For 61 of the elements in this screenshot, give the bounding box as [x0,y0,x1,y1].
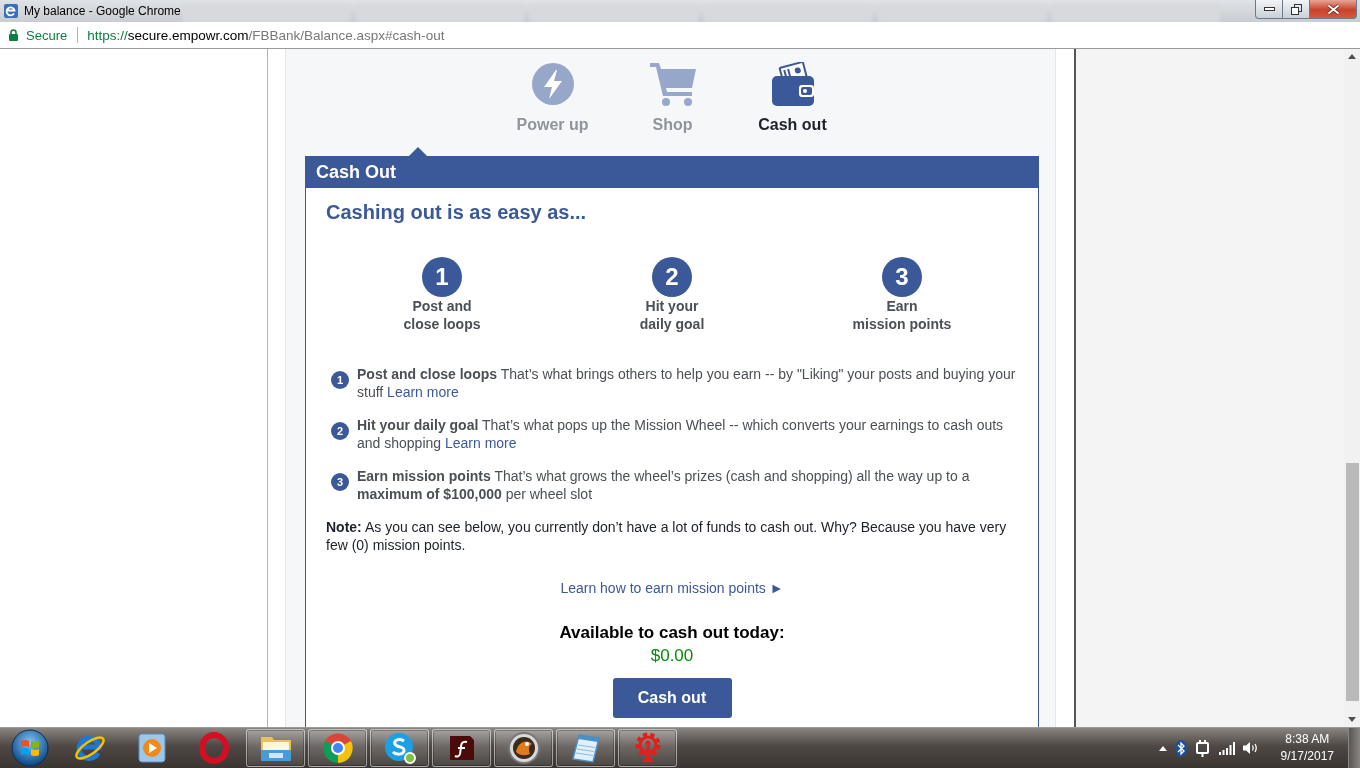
close-icon [1326,3,1340,15]
cart-icon [649,62,696,106]
earn-points-link[interactable]: Learn how to earn mission points ► [560,580,784,596]
notepad-icon [570,732,601,764]
nav-tab[interactable]: Cash out [732,61,853,135]
scrollbar-thumb[interactable] [1345,463,1359,701]
panel-title: Cash Out [316,161,396,183]
taskbar-app[interactable] [432,729,491,767]
signal-icon[interactable] [1218,741,1235,755]
step-number: 2 [652,257,692,297]
taskbar-app[interactable] [494,729,553,767]
taskbar-app[interactable] [618,729,677,767]
wallet-icon [771,62,814,106]
app-e-icon [4,4,18,18]
taskbar-app[interactable] [370,729,429,767]
scrollbar[interactable] [1344,49,1360,727]
minimize-icon [1263,7,1275,11]
flag-orb-icon [11,729,49,767]
restore-icon [1290,3,1302,15]
step-number: 1 [422,257,462,297]
speaker-icon[interactable] [1242,741,1259,755]
cash-out-button[interactable]: Cash out [612,678,732,718]
step-number: 2 [331,422,349,440]
note-text: Note: As you can see below, you currently don’t have a lot of funds to cash out. Why? Because you have very few (0) mission points. [326,518,1008,554]
restore-button[interactable] [1283,0,1310,19]
bluetooth-icon[interactable] [1174,739,1187,757]
scroll-down-icon[interactable] [1348,717,1356,722]
segmented-circle-icon [321,732,354,764]
minimize-button[interactable] [1255,0,1283,19]
learn-more-link[interactable]: Learn more [387,384,459,400]
address-field[interactable]: https://secure.empowr.com/FBBank/Balance.aspx#cash-out [87,27,445,43]
window-title: My balance - Google Chrome [24,3,182,20]
step-label: Hit your daily goal [639,297,705,333]
lock-icon [9,29,18,41]
step-number: 1 [331,371,349,389]
animal-badge-icon [507,732,540,764]
step-description: Earn mission points That’s what grows the wheel’s prizes (cash and shopping) all the way up to a maximum of $100,000 per wheel slot [357,467,971,503]
scroll-up-icon[interactable] [1348,54,1356,59]
ring-icon [198,732,229,764]
clock-date: 9/17/2017 [1280,748,1334,765]
clock-time: 8:38 AM [1285,731,1330,748]
available-label: Available to cash out today: [559,623,785,643]
panel-heading: Cashing out is as easy as... [326,200,588,224]
caret-up-icon[interactable] [1158,745,1167,751]
balance-amount: $0.00 [650,646,694,666]
step-number: 3 [882,257,922,297]
step-number: 3 [331,473,349,491]
taskbar-app[interactable] [246,729,305,767]
lightning-bolt-icon [531,63,574,105]
taskbar-app[interactable] [556,729,615,767]
play-tile-icon [137,733,166,763]
step-label: Earn mission points [852,297,952,333]
step-label: Post and close loops [403,297,481,333]
s-bubble-icon [383,732,416,764]
secure-label[interactable]: Secure [26,27,68,43]
plug-icon[interactable] [1194,739,1211,757]
learn-more-link[interactable]: Learn more [444,435,517,451]
step-description: Post and close loops That’s what brings others to help you earn -- by "Liking" your posts and buying your stuff Learn more [357,365,1017,401]
taskbar-app[interactable] [308,729,367,767]
close-button[interactable] [1310,0,1357,19]
step-description: Hit your daily goal That’s what pops up the Mission Wheel -- which converts your earnings to cash outs and shopping Learn more [357,416,1005,452]
